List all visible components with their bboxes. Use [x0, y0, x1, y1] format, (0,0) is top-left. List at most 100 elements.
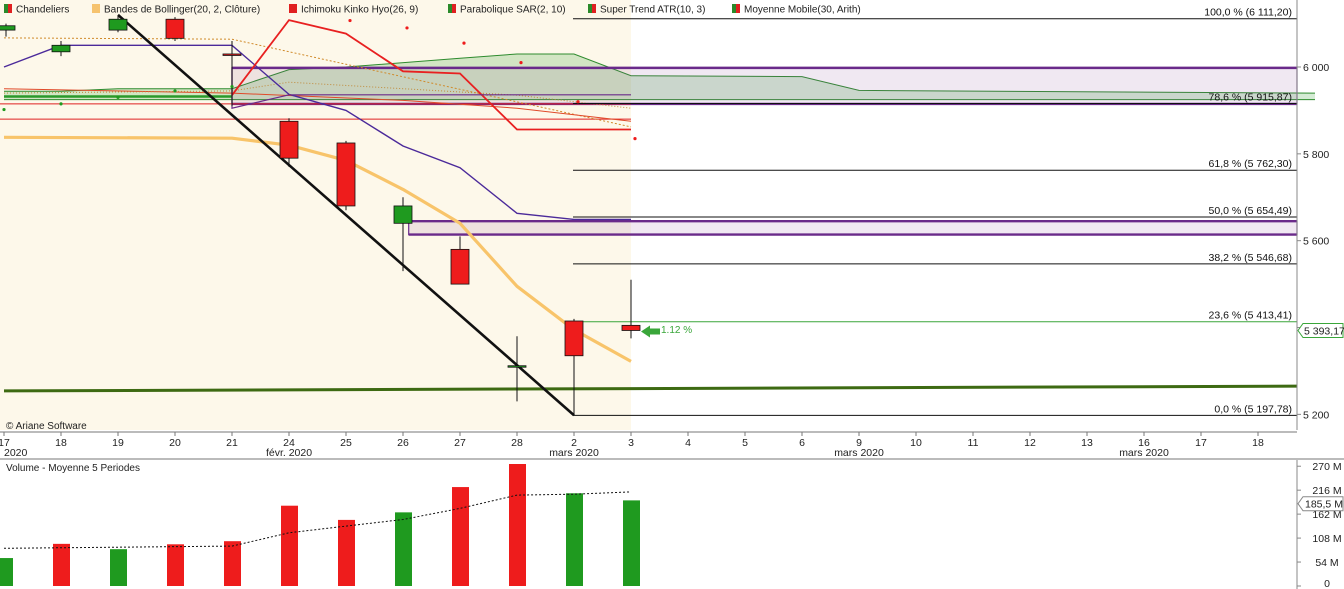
x-axis-band [0, 432, 1297, 459]
x-tick-label-1: 18 [55, 437, 67, 449]
fib-label-1: 78,6 % (5 915,87) [1209, 92, 1292, 104]
volume-tick-label-0: 0 [1324, 578, 1330, 589]
legend-swatch-a-0 [4, 4, 8, 13]
x-tick-label-6: 25 [340, 437, 352, 449]
candle-body-27 [450, 248, 470, 285]
volume-bar-10 [566, 493, 583, 586]
legend-swatch-a-3 [448, 4, 452, 13]
sar-point-7 [462, 41, 466, 45]
volume-tick-label-5: 270 M [1312, 461, 1341, 473]
candle-body-17 [0, 25, 16, 31]
volume-bar-6 [338, 519, 355, 586]
x-sub-label-4: mars 2020 [1119, 447, 1169, 459]
sar-point-6 [405, 26, 409, 30]
legend-label-2: Ichimoku Kinko Hyo(26, 9) [301, 5, 418, 16]
volume-bar-0 [0, 558, 13, 586]
volume-tick-label-2: 108 M [1312, 533, 1341, 545]
legend-swatch-1 [92, 4, 100, 13]
x-tick-label-12: 4 [685, 437, 691, 449]
x-tick-label-13: 5 [742, 437, 748, 449]
fib-label-4: 38,2 % (5 546,68) [1209, 252, 1292, 264]
candle-body-3 [621, 324, 641, 331]
volume-tick-label-1: 54 M [1315, 557, 1338, 569]
x-tick-label-19: 13 [1081, 437, 1093, 449]
volume-tick-label-4: 216 M [1312, 485, 1341, 497]
candle-body-18 [51, 44, 71, 53]
sar-point-8 [519, 61, 523, 65]
candle-body-2 [564, 320, 584, 357]
x-axis: 17 18 19 20 21 24 25 26 27 28 2 3 4 5 6 9 10 11 12 13 16 17 18… [0, 431, 1344, 460]
price-tick-label-2: 5 600 [1303, 236, 1329, 248]
candle-body-21 [222, 53, 242, 56]
sar-point-2 [116, 95, 120, 99]
x-sub-label-3: mars 2020 [834, 447, 884, 459]
legend-swatch-b-4 [592, 4, 596, 13]
sar-point-9 [576, 100, 580, 104]
sar-point-4 [230, 84, 234, 89]
legend-label-1: Bandes de Bollinger(20, 2, Clôture) [104, 5, 260, 16]
x-tick-label-16: 10 [910, 437, 922, 449]
legend-label-4: Super Trend ATR(10, 3) [600, 5, 705, 16]
fib-label-3: 50,0 % (5 654,49) [1209, 205, 1292, 217]
last-price-label: 5 393,17 [1304, 325, 1344, 337]
volume-bar-2 [110, 549, 127, 586]
change-percent-label: 1.12 % [661, 325, 692, 336]
chart: 100,0 % (6 111,20) 78,6 % (5 915,87) 61,8 … [0, 0, 1344, 589]
x-tick-label-14: 6 [799, 437, 805, 449]
x-tick-label-8: 27 [454, 437, 466, 449]
volume-bar-3 [167, 544, 184, 586]
legend-label-3: Parabolique SAR(2, 10) [460, 5, 566, 16]
volume-last-label: 185,5 M [1305, 499, 1343, 511]
sar-point-1 [59, 102, 63, 106]
legend-swatch-b-3 [452, 4, 456, 13]
fib-label-5: 23,6 % (5 413,41) [1209, 310, 1292, 322]
legend-swatch-b-5 [736, 4, 740, 13]
x-tick-label-7: 26 [397, 437, 409, 449]
legend-label-0: Chandeliers [16, 5, 69, 16]
volume-bar-1 [53, 543, 70, 586]
sar-point-3 [173, 89, 177, 93]
volume-bar-7 [395, 512, 412, 586]
volume-bar-8 [452, 487, 469, 586]
candle-body-25 [336, 142, 356, 207]
zone-rect-1 [408, 220, 1298, 236]
legend-swatch-a-4 [588, 4, 592, 13]
legend-swatch-a-5 [732, 4, 736, 13]
volume-bar-5 [281, 505, 298, 586]
x-sub-label-2: mars 2020 [549, 447, 599, 459]
copyright-text: © Ariane Software [6, 421, 87, 432]
legend-label-5: Moyenne Mobile(30, Arith) [744, 5, 861, 16]
legend-swatch-b-0 [8, 4, 12, 13]
x-tick-label-3: 20 [169, 437, 181, 449]
fib-label-0: 100,0 % (6 111,20) [1204, 7, 1292, 19]
x-tick-label-2: 19 [112, 437, 124, 449]
x-tick-label-17: 11 [968, 437, 979, 449]
x-tick-label-21: 17 [1195, 437, 1207, 449]
candle-body-26 [393, 205, 413, 224]
zone-rect-0 [231, 67, 1298, 105]
x-tick-label-4: 21 [226, 437, 238, 449]
fib-label-6: 0,0 % (5 197,78) [1214, 403, 1292, 415]
x-sub-label-1: févr. 2020 [266, 447, 312, 459]
x-tick-label-11: 3 [628, 437, 634, 449]
x-tick-label-9: 28 [511, 437, 523, 449]
legend-swatch-2 [289, 4, 297, 13]
candle-body-24 [279, 120, 299, 159]
candle-body-20 [165, 18, 185, 39]
x-sub-label-0: 2020 [4, 447, 28, 459]
fib-label-2: 61,8 % (5 762,30) [1209, 158, 1292, 170]
x-tick-label-22: 18 [1252, 437, 1264, 449]
volume-bar-11 [623, 500, 640, 586]
candle-body-19 [108, 18, 128, 31]
volume-bar-9 [509, 464, 526, 586]
x-tick-label-18: 12 [1024, 437, 1036, 449]
volume-bar-4 [224, 541, 241, 586]
sar-point-10 [633, 137, 637, 141]
sar-point-0 [2, 107, 6, 112]
price-tick-label-0: 6 000 [1303, 62, 1329, 74]
price-tick-label-4: 5 200 [1303, 409, 1329, 421]
candle-body-28 [507, 365, 527, 368]
price-tick-label-1: 5 800 [1303, 149, 1329, 161]
volume-title: Volume - Moyenne 5 Periodes [6, 463, 140, 474]
sar-point-5 [348, 18, 352, 23]
